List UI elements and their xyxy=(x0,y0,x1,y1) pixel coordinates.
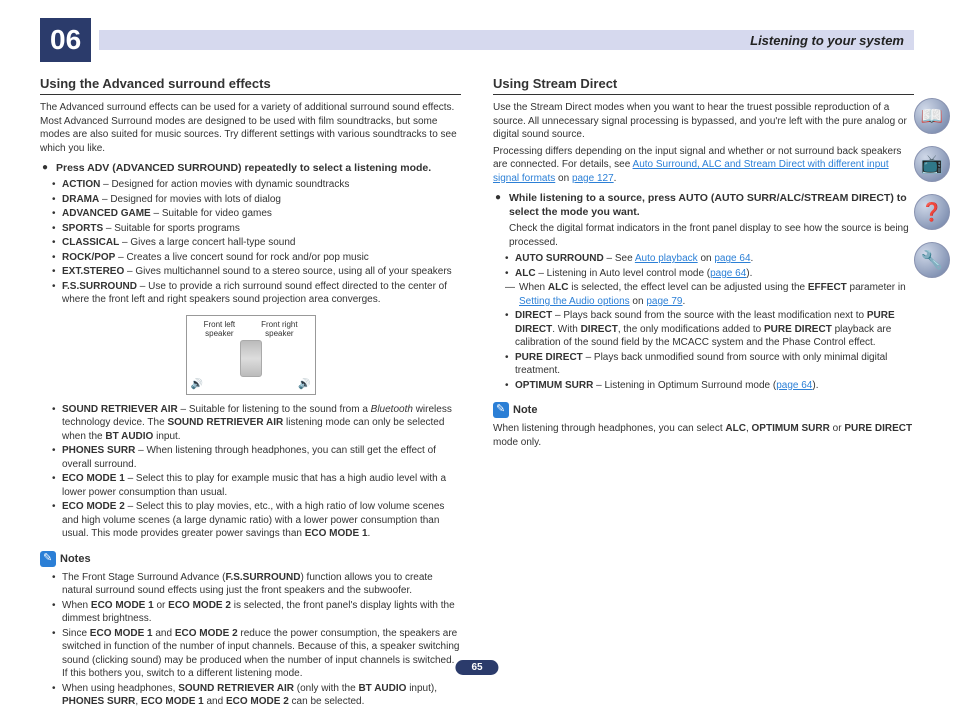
list-item: When ECO MODE 1 or ECO MODE 2 is selecte… xyxy=(50,599,461,626)
right-mode-list: AUTO SURROUND – See Auto playback on pag… xyxy=(503,252,914,280)
left-intro: The Advanced surround effects can be use… xyxy=(40,101,461,155)
page-header: 06 Listening to your system xyxy=(40,18,914,62)
page-number: 65 xyxy=(455,660,498,675)
left-column: Using the Advanced surround effects The … xyxy=(40,76,461,710)
list-item: SPORTS – Suitable for sports programs xyxy=(50,222,461,236)
list-item: CLASSICAL – Gives a large concert hall-t… xyxy=(50,236,461,250)
list-item: PHONES SURR – When listening through hea… xyxy=(50,444,461,471)
thumb-help-icon[interactable]: ❓ xyxy=(914,194,950,230)
list-item: F.S.SURROUND – Use to provide a rich sur… xyxy=(50,280,461,307)
thumb-book-icon[interactable]: 📖 xyxy=(914,98,950,134)
left-step: Press ADV (ADVANCED SURROUND) repeatedly… xyxy=(40,161,461,175)
list-item: ALC – Listening in Auto level control mo… xyxy=(503,267,914,281)
right-note: When listening through headphones, you c… xyxy=(493,422,914,449)
sub-note: When ALC is selected, the effect level c… xyxy=(493,281,914,308)
list-item: OPTIMUM SURR – Listening in Optimum Surr… xyxy=(503,379,914,393)
thumb-device-icon[interactable]: 📺 xyxy=(914,146,950,182)
list-item: Since ECO MODE 1 and ECO MODE 2 reduce t… xyxy=(50,627,461,681)
list-item: The Front Stage Surround Advance (F.S.SU… xyxy=(50,571,461,598)
chapter-number: 06 xyxy=(40,18,91,62)
link-page127[interactable]: page 127 xyxy=(572,173,614,184)
link-autoplayback[interactable]: Auto playback xyxy=(635,253,698,264)
list-item: ACTION – Designed for action movies with… xyxy=(50,178,461,192)
side-thumbs: 📖 📺 ❓ 🔧 xyxy=(914,98,950,278)
list-item: When using headphones, SOUND RETRIEVER A… xyxy=(50,682,461,709)
right-heading: Using Stream Direct xyxy=(493,76,914,95)
list-item: PURE DIRECT – Plays back unmodified soun… xyxy=(503,351,914,378)
notes-header: Notes xyxy=(40,551,461,567)
note-header-r: Note xyxy=(493,402,914,418)
note-icon xyxy=(493,402,509,418)
list-item: ADVANCED GAME – Suitable for video games xyxy=(50,207,461,221)
note-icon xyxy=(40,551,56,567)
left-heading: Using the Advanced surround effects xyxy=(40,76,461,95)
list-item: ECO MODE 2 – Select this to play movies,… xyxy=(50,500,461,541)
list-item: DIRECT – Plays back sound from the sourc… xyxy=(503,309,914,350)
list-item: ECO MODE 1 – Select this to play for exa… xyxy=(50,472,461,499)
link-page79[interactable]: page 79 xyxy=(646,296,682,307)
speaker-diagram: Front left speakerFront right speaker 🔊🔊 xyxy=(186,315,316,395)
right-intro2: Processing differs depending on the inpu… xyxy=(493,145,914,186)
section-title: Listening to your system xyxy=(750,33,904,48)
link-audio-options[interactable]: Setting the Audio options xyxy=(519,296,630,307)
right-column: Using Stream Direct Use the Stream Direc… xyxy=(493,76,914,710)
mode-list: ACTION – Designed for action movies with… xyxy=(50,178,461,307)
notes-list: The Front Stage Surround Advance (F.S.SU… xyxy=(50,571,461,709)
link-page64c[interactable]: page 64 xyxy=(776,380,812,391)
header-bar: Listening to your system xyxy=(99,30,914,50)
right-intro: Use the Stream Direct modes when you wan… xyxy=(493,101,914,142)
right-step-sub: Check the digital format indicators in t… xyxy=(493,222,914,249)
list-item: EXT.STEREO – Gives multichannel sound to… xyxy=(50,265,461,279)
thumb-tools-icon[interactable]: 🔧 xyxy=(914,242,950,278)
right-mode-list2: DIRECT – Plays back sound from the sourc… xyxy=(503,309,914,392)
list-item: ROCK/POP – Creates a live concert sound … xyxy=(50,251,461,265)
link-page64a[interactable]: page 64 xyxy=(714,253,750,264)
list-item: DRAMA – Designed for movies with lots of… xyxy=(50,193,461,207)
list-item: AUTO SURROUND – See Auto playback on pag… xyxy=(503,252,914,266)
mode-list-2: SOUND RETRIEVER AIR – Suitable for liste… xyxy=(50,403,461,541)
list-item: SOUND RETRIEVER AIR – Suitable for liste… xyxy=(50,403,461,444)
right-step: While listening to a source, press AUTO … xyxy=(493,191,914,219)
link-page64b[interactable]: page 64 xyxy=(710,268,746,279)
